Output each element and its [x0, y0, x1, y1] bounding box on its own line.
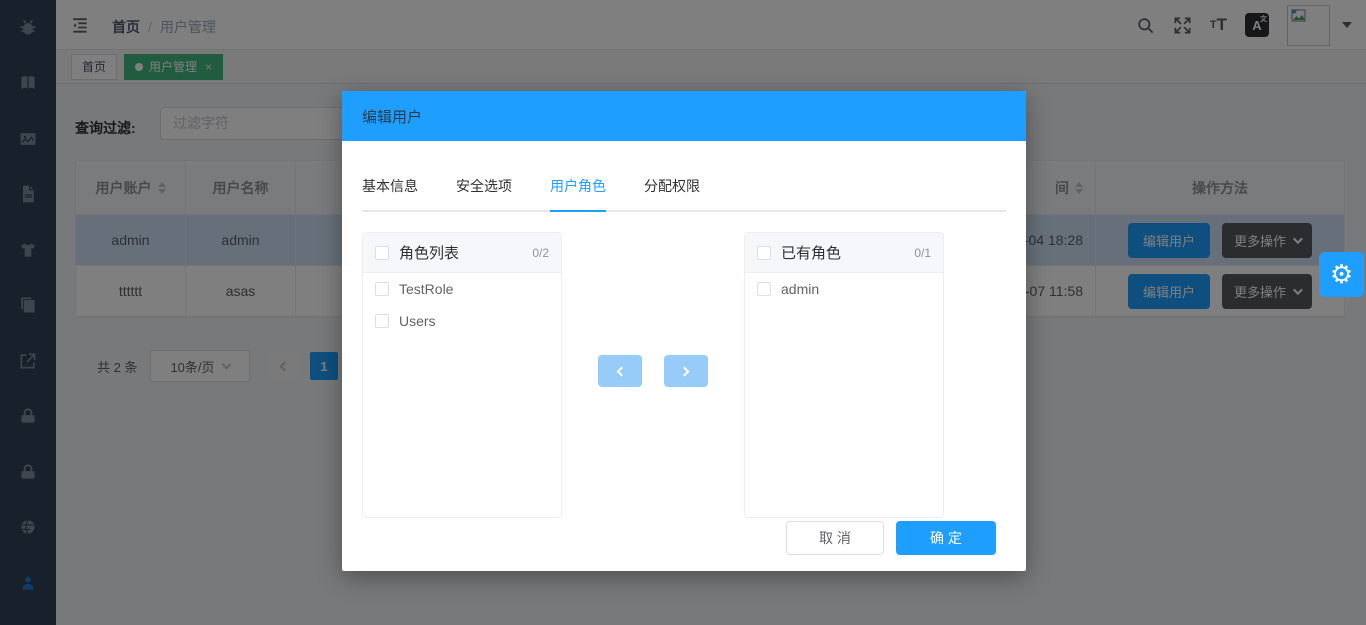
list-item[interactable]: admin [745, 273, 943, 305]
item-label: TestRole [399, 281, 453, 297]
settings-button[interactable]: ⚙ [1319, 252, 1364, 297]
transfer-to-left-button[interactable] [598, 355, 642, 387]
item-checkbox[interactable] [375, 314, 389, 328]
item-label: admin [781, 281, 819, 297]
transfer-source-panel: 角色列表 0/2 TestRole Users [362, 232, 562, 518]
dialog-title: 编辑用户 [362, 106, 422, 127]
panel-title: 角色列表 [399, 242, 522, 263]
list-item[interactable]: TestRole [363, 273, 561, 305]
confirm-button[interactable]: 确 定 [896, 521, 996, 555]
tab-assign-permissions[interactable]: 分配权限 [644, 176, 700, 210]
gear-icon: ⚙ [1330, 259, 1353, 290]
item-checkbox[interactable] [375, 282, 389, 296]
transfer-target-panel: 已有角色 0/1 admin [744, 232, 944, 518]
transfer-target-header: 已有角色 0/1 [745, 233, 943, 273]
dialog-header: 编辑用户 [342, 91, 1026, 141]
tab-basic-info[interactable]: 基本信息 [362, 176, 418, 210]
tab-security-options[interactable]: 安全选项 [456, 176, 512, 210]
item-checkbox[interactable] [757, 282, 771, 296]
cancel-button[interactable]: 取 消 [786, 521, 884, 555]
item-label: Users [399, 313, 436, 329]
edit-user-dialog: 编辑用户 基本信息 安全选项 用户角色 分配权限 角色列表 0/2 TestRo… [342, 91, 1026, 571]
transfer-to-right-button[interactable] [664, 355, 708, 387]
panel-count: 0/2 [532, 246, 549, 260]
panel-count: 0/1 [914, 246, 931, 260]
list-item[interactable]: Users [363, 305, 561, 337]
app-window: 首页/用户管理 TT A文 首页 用户管理 × 查询过滤: 过滤字符 [0, 0, 1366, 625]
chevron-left-icon [617, 366, 627, 376]
tab-user-roles[interactable]: 用户角色 [550, 176, 606, 212]
chevron-right-icon [680, 366, 690, 376]
panel-title: 已有角色 [781, 242, 904, 263]
dialog-tabs: 基本信息 安全选项 用户角色 分配权限 [362, 176, 1006, 212]
transfer-source-header: 角色列表 0/2 [363, 233, 561, 273]
select-all-checkbox[interactable] [757, 246, 771, 260]
select-all-checkbox[interactable] [375, 246, 389, 260]
